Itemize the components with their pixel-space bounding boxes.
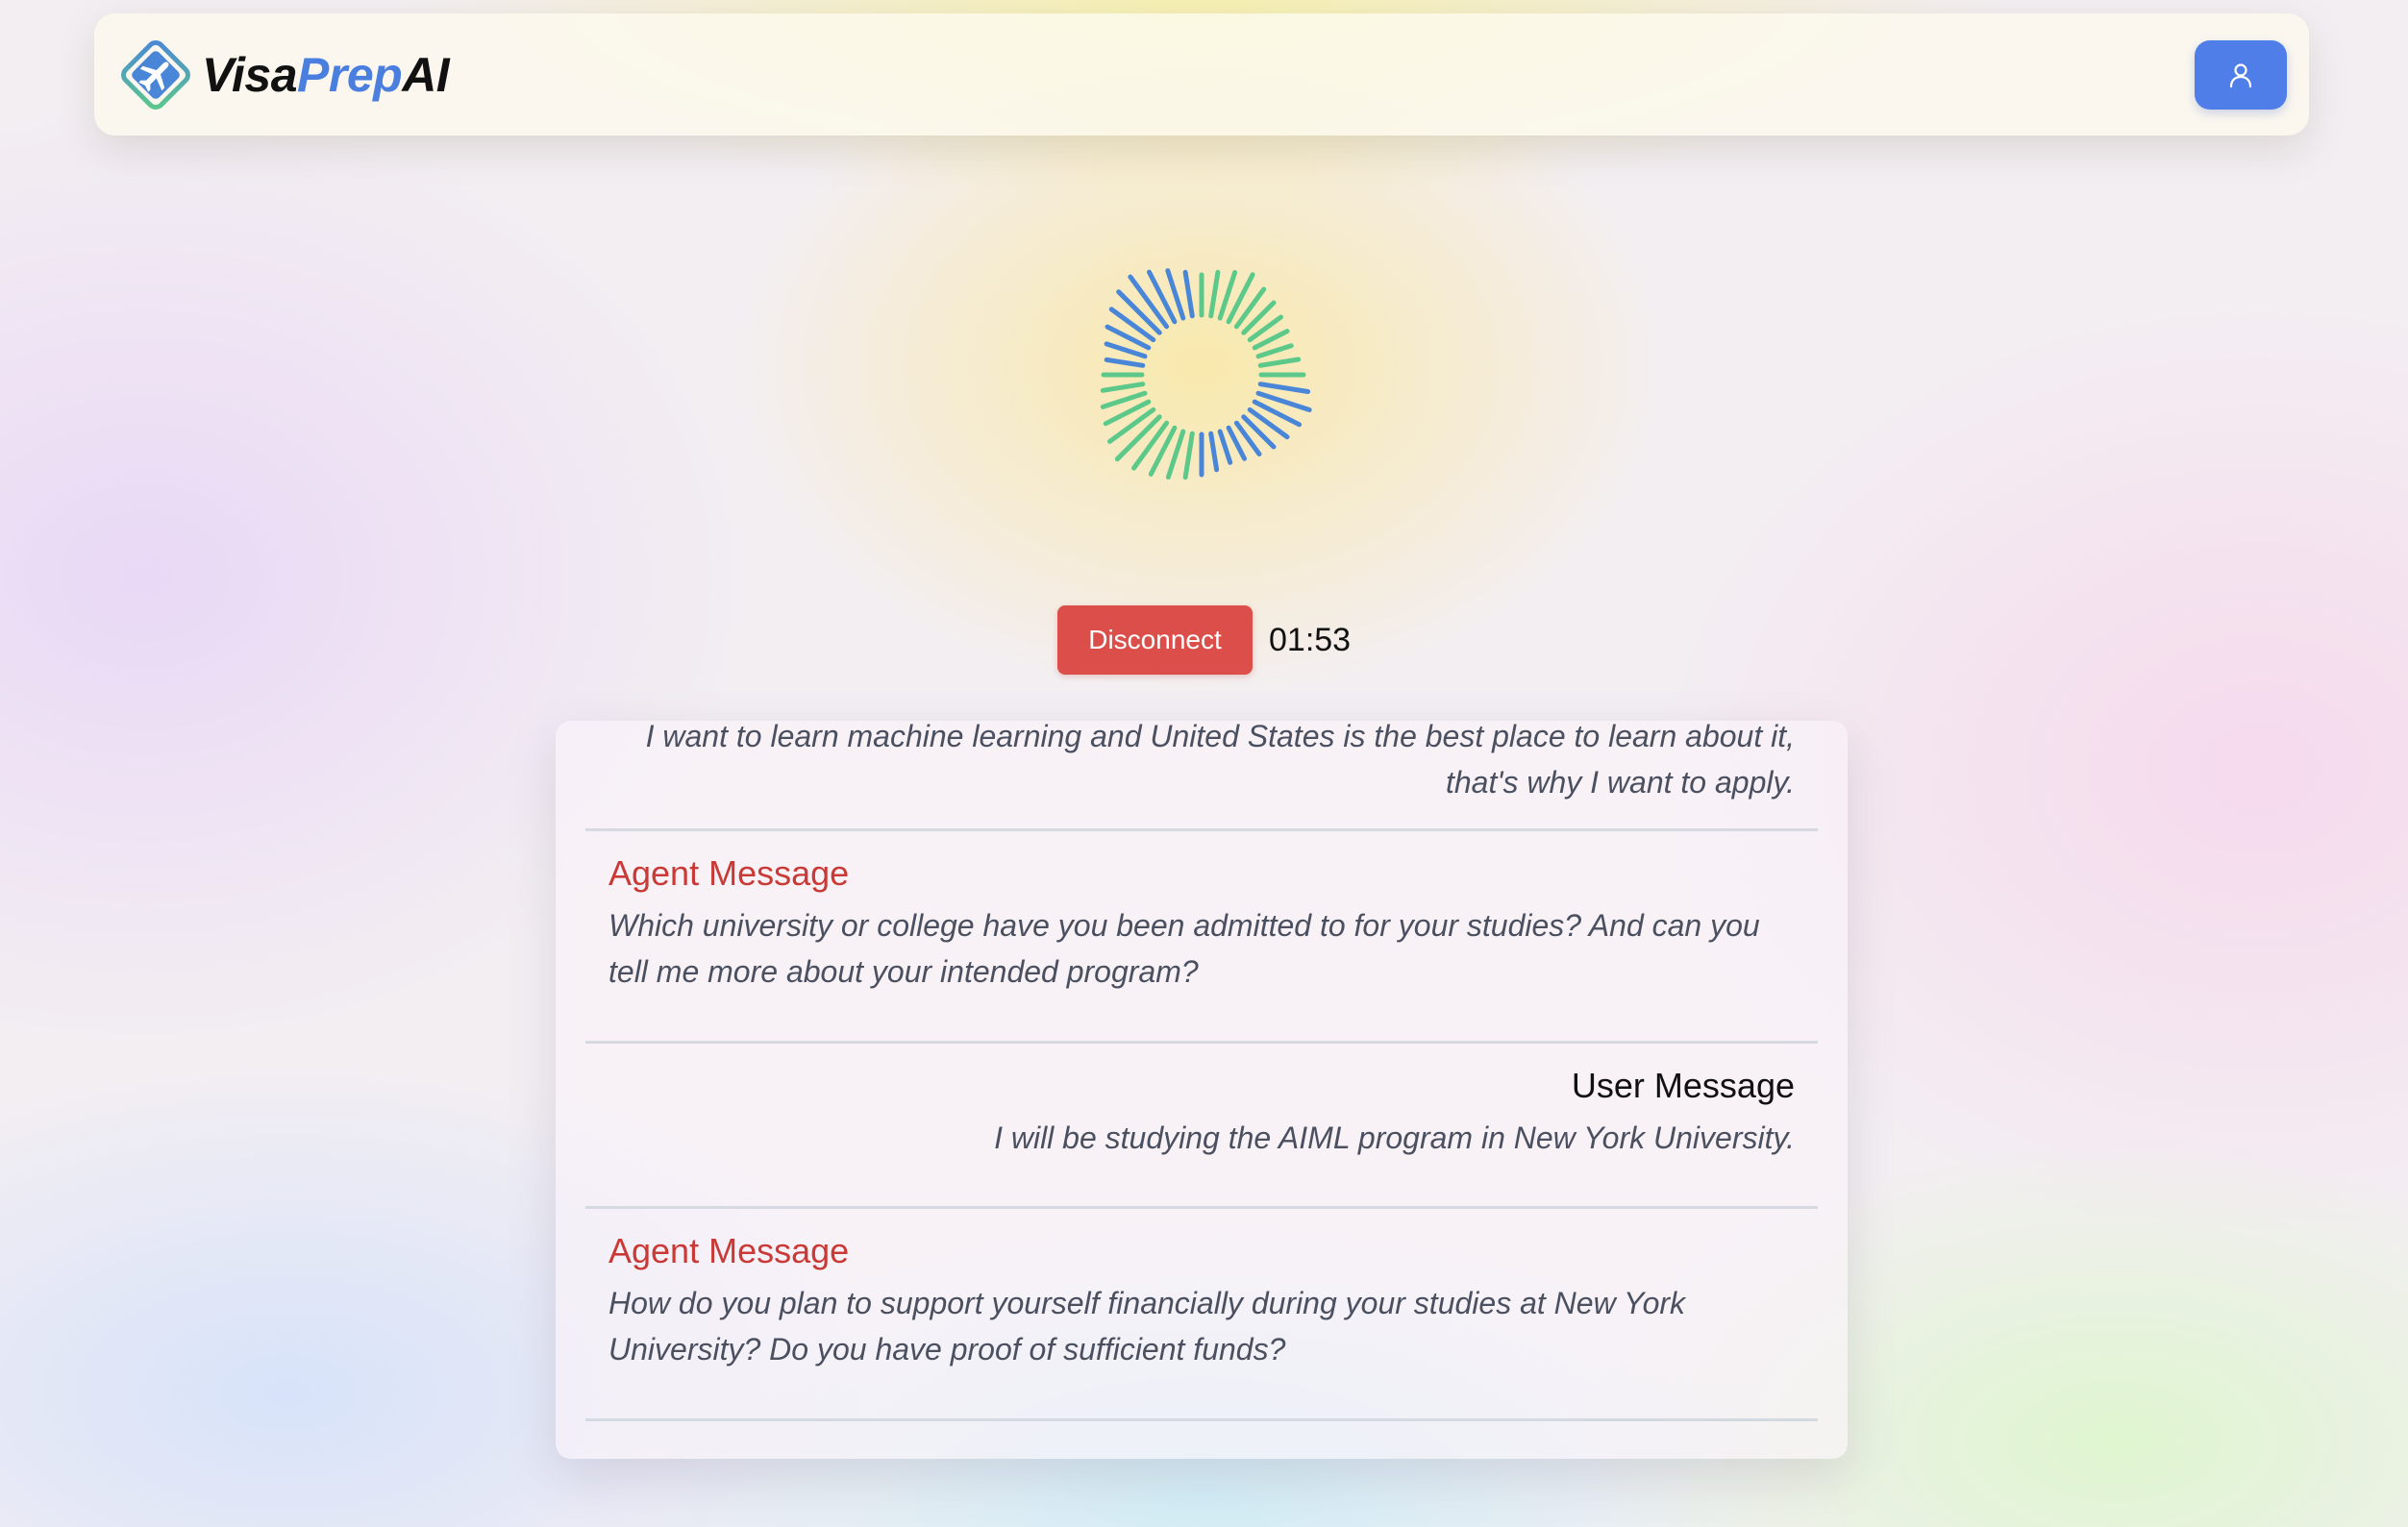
airplane-diamond-icon — [121, 39, 190, 110]
disconnect-button[interactable]: Disconnect — [1057, 605, 1253, 675]
message-label: User Message — [1571, 1066, 1795, 1105]
visualizer-bar — [1257, 382, 1311, 394]
visualizer-bar — [1182, 269, 1195, 319]
profile-button[interactable] — [2195, 39, 2287, 110]
message-text: How do you plan to support yourself fina… — [608, 1286, 1686, 1367]
visualizer-bar — [1100, 382, 1146, 393]
message-item: Agent Message Which university or colleg… — [585, 831, 1818, 1044]
session-controls: Disconnect 01:53 — [1057, 605, 1351, 675]
message-label: Agent Message — [608, 853, 850, 893]
visualizer-bar — [1257, 357, 1302, 368]
session-timer: 01:53 — [1269, 621, 1352, 658]
visualizer-bar — [1104, 357, 1146, 368]
message-item: User Message I will be studying the AIML… — [585, 1044, 1818, 1209]
message-text: I want to learn machine learning and Uni… — [645, 721, 1795, 800]
voice-visualizer — [1100, 268, 1312, 480]
brand-name-part-prep: Prep — [297, 47, 403, 102]
visualizer-bar — [1255, 343, 1294, 359]
visualizer-bar — [1107, 406, 1156, 444]
brand-name: VisaPrepAI — [202, 47, 450, 103]
message-item: I want to learn machine learning and Uni… — [585, 721, 1818, 831]
transcript-panel[interactable]: I want to learn machine learning and Uni… — [556, 721, 1848, 1459]
brand-name-part-visa: Visa — [202, 47, 298, 102]
visualizer-bar — [1217, 429, 1233, 465]
message-text: Which university or college have you bee… — [608, 908, 1760, 989]
visualizer-bar — [1131, 420, 1170, 471]
message-item: Agent Message How do you plan to support… — [585, 1209, 1818, 1421]
visualizer-bar — [1104, 341, 1148, 359]
message-label: Agent Message — [608, 1231, 850, 1270]
brand-name-part-ai: AI — [402, 47, 450, 102]
visualizer-bar — [1182, 431, 1195, 480]
message-text: I will be studying the AIML program in N… — [994, 1121, 1795, 1155]
visualizer-bar — [1208, 431, 1220, 473]
brand[interactable]: VisaPrepAI — [117, 37, 450, 113]
top-navbar: VisaPrepAI — [94, 13, 2309, 135]
visualizer-bar — [1208, 269, 1221, 319]
visualizer-bar — [1108, 307, 1156, 343]
user-icon — [2229, 62, 2252, 87]
